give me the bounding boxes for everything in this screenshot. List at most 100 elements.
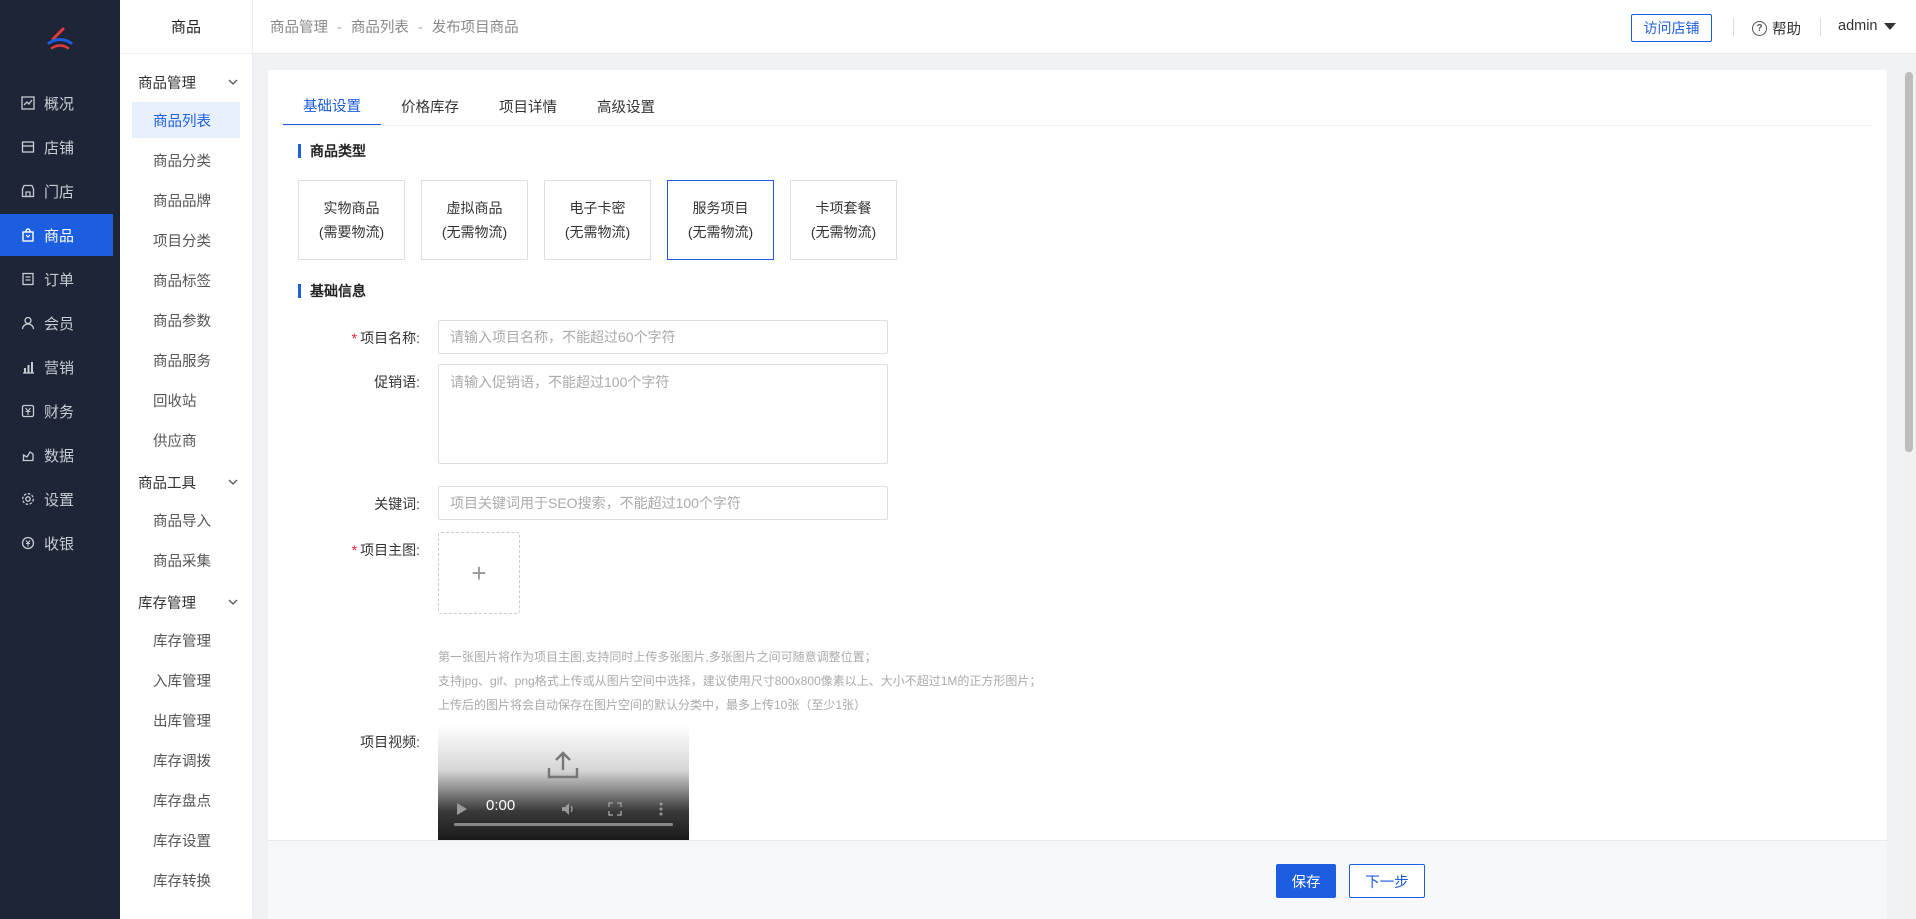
type-desc: (无需物流)	[441, 224, 508, 240]
type-name: 服务项目	[692, 200, 749, 216]
tab-advanced[interactable]: 高级设置	[577, 86, 675, 126]
user-icon	[20, 315, 36, 331]
upload-hint: 上传后的图片将会自动保存在图片空间的默认分类中，最多上传10张（至少1张）	[438, 698, 867, 712]
nav-item-goods[interactable]: 商品	[0, 214, 113, 256]
subnav-title: 商品	[120, 0, 252, 54]
nav-item-overview[interactable]: 概况	[0, 82, 120, 124]
nav-item-label: 订单	[44, 271, 75, 289]
nav-item-shop[interactable]: 店铺	[0, 126, 120, 168]
main-nav: 概况 店铺 门店 商品 订单 会员 营销 财务 数据 设置 收银	[0, 0, 120, 919]
subnav-item-project-category[interactable]: 项目分类	[132, 222, 240, 258]
subnav-item-goods-service[interactable]: 商品服务	[132, 342, 240, 378]
tab-project-detail[interactable]: 项目详情	[479, 86, 577, 126]
bag-icon	[20, 227, 36, 243]
upload-icon	[547, 751, 579, 779]
subnav-item-recycle-bin[interactable]: 回收站	[132, 382, 240, 418]
save-button[interactable]: 保存	[1276, 864, 1336, 898]
project-image-label: * 项目主图:	[268, 540, 420, 560]
volume-icon[interactable]	[560, 801, 576, 817]
type-name: 电子卡密	[569, 200, 626, 216]
logo-icon	[47, 27, 73, 50]
play-icon[interactable]	[456, 802, 468, 816]
type-name: 卡项套餐	[815, 200, 872, 216]
type-card-package[interactable]: 卡项套餐 (无需物流)	[790, 180, 897, 260]
nav-item-label: 店铺	[44, 139, 75, 157]
video-progress-bar[interactable]	[454, 823, 673, 826]
subnav-group-goods-tools[interactable]: 商品工具	[120, 462, 252, 502]
visit-store-button[interactable]: 访问店铺	[1631, 14, 1712, 42]
subnav-item-stock-check[interactable]: 库存盘点	[132, 782, 240, 818]
breadcrumb-separator: -	[417, 20, 423, 36]
keyword-label: 关键词:	[374, 496, 420, 512]
breadcrumb: 商品管理 - 商品列表 - 发布项目商品	[270, 16, 519, 37]
next-step-button[interactable]: 下一步	[1349, 864, 1425, 898]
tabs-divider	[283, 125, 1872, 126]
required-mark: *	[351, 330, 358, 346]
label-text: 项目名称:	[360, 330, 420, 346]
promo-textarea[interactable]: 请输入促销语，不能超过100个字符	[438, 364, 888, 464]
keyword-input[interactable]: 项目关键词用于SEO搜索，不能超过100个字符	[438, 486, 888, 520]
type-card-ecard[interactable]: 电子卡密 (无需物流)	[544, 180, 651, 260]
bar-chart-icon	[20, 359, 36, 375]
breadcrumb-separator: -	[337, 20, 342, 36]
user-menu[interactable]: admin	[1838, 18, 1896, 34]
promo-label: 促销语:	[374, 374, 420, 390]
subnav-item-stock-out[interactable]: 出库管理	[132, 702, 240, 738]
subnav-item-stock-transfer[interactable]: 库存调拨	[132, 742, 240, 778]
nav-item-finance[interactable]: 财务	[0, 390, 120, 432]
subnav-item-supplier[interactable]: 供应商	[132, 422, 240, 458]
image-upload-button[interactable]: +	[438, 532, 520, 614]
tab-basic[interactable]: 基础设置	[283, 86, 381, 126]
subnav-item-goods-tag[interactable]: 商品标签	[132, 262, 240, 298]
gear-icon	[20, 491, 36, 507]
nav-item-order[interactable]: 订单	[0, 258, 120, 300]
sub-nav: 商品 商品管理 商品列表 商品分类 商品品牌 项目分类 商品标签 商品参数 商品…	[120, 0, 253, 919]
nav-item-cashier[interactable]: 收银	[0, 522, 120, 564]
nav-item-marketing[interactable]: 营销	[0, 346, 120, 388]
subnav-group-label: 商品管理	[138, 75, 196, 92]
subnav-item-goods-import[interactable]: 商品导入	[132, 502, 240, 538]
subnav-item-goods-list[interactable]: 商品列表	[132, 102, 240, 138]
subnav-item-goods-category[interactable]: 商品分类	[132, 142, 240, 178]
section-title-basic: 基础信息	[298, 284, 366, 298]
divider	[1733, 18, 1734, 36]
subnav-item-goods-collect[interactable]: 商品采集	[132, 542, 240, 578]
required-mark: *	[351, 542, 358, 558]
type-card-virtual[interactable]: 虚拟商品 (无需物流)	[421, 180, 528, 260]
store-icon	[20, 183, 36, 199]
type-name: 虚拟商品	[446, 200, 503, 216]
nav-item-store[interactable]: 门店	[0, 170, 120, 212]
nav-item-label: 会员	[44, 315, 75, 333]
more-vertical-icon[interactable]	[658, 801, 664, 817]
divider	[1820, 18, 1821, 36]
tab-price-stock[interactable]: 价格库存	[381, 86, 479, 126]
type-card-physical[interactable]: 实物商品 (需要物流)	[298, 180, 405, 260]
subnav-item-stock-convert[interactable]: 库存转换	[132, 862, 240, 898]
nav-item-member[interactable]: 会员	[0, 302, 120, 344]
subnav-group-stock[interactable]: 库存管理	[120, 582, 252, 622]
nav-item-label: 数据	[44, 447, 75, 465]
scrollbar-thumb[interactable]	[1905, 72, 1913, 452]
help-link[interactable]: ? 帮助	[1752, 18, 1801, 39]
breadcrumb-item[interactable]: 商品列表	[351, 20, 409, 36]
subnav-item-goods-brand[interactable]: 商品品牌	[132, 182, 240, 218]
nav-item-label: 收银	[44, 535, 75, 553]
breadcrumb-item[interactable]: 商品管理	[270, 20, 328, 36]
label-text: 项目主图:	[360, 542, 420, 558]
subnav-item-stock-settings[interactable]: 库存设置	[132, 822, 240, 858]
nav-item-data[interactable]: 数据	[0, 434, 120, 476]
logo[interactable]	[0, 0, 120, 80]
upload-hint: 支持jpg、gif、png格式上传或从图片空间中选择，建议使用尺寸800x800…	[438, 674, 1042, 688]
subnav-group-goods-manage[interactable]: 商品管理	[120, 62, 252, 102]
nav-item-label: 设置	[44, 491, 75, 509]
nav-item-settings[interactable]: 设置	[0, 478, 120, 520]
fullscreen-icon[interactable]	[608, 802, 622, 816]
project-name-input[interactable]: 请输入项目名称，不能超过60个字符	[438, 320, 888, 354]
subnav-item-goods-params[interactable]: 商品参数	[132, 302, 240, 338]
shop-icon	[20, 139, 36, 155]
subnav-item-stock-in[interactable]: 入库管理	[132, 662, 240, 698]
type-card-service[interactable]: 服务项目 (无需物流)	[667, 180, 774, 260]
video-player[interactable]: 0:00	[438, 724, 689, 840]
subnav-item-stock-manage[interactable]: 库存管理	[132, 622, 240, 658]
plus-icon: +	[471, 557, 487, 588]
